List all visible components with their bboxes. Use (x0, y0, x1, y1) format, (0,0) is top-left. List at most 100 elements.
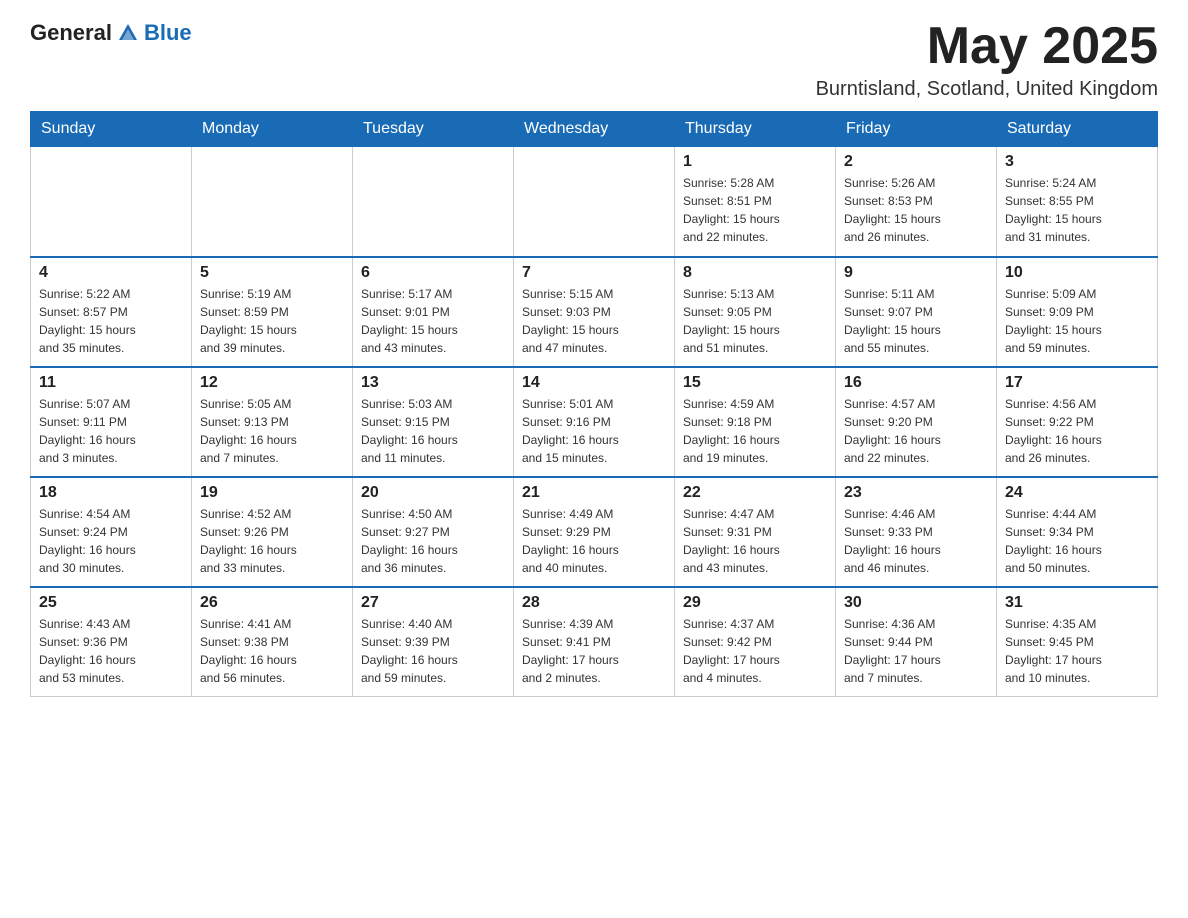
day-number: 20 (361, 484, 505, 502)
calendar-table: SundayMondayTuesdayWednesdayThursdayFrid… (30, 111, 1158, 697)
day-number: 15 (683, 374, 827, 392)
day-number: 30 (844, 594, 988, 612)
calendar-cell: 23 Sunrise: 4:46 AM Sunset: 9:33 PM Dayli… (836, 477, 997, 587)
calendar-week-row: 1Sunrise: 5:28 AM Sunset: 8:51 PM Daylig… (31, 147, 1158, 257)
day-info: Sunrise: 5:22 AM Sunset: 8:57 PM Dayligh… (39, 285, 183, 357)
calendar-header-row: SundayMondayTuesdayWednesdayThursdayFrid… (31, 112, 1158, 147)
day-info: Sunrise: 5:09 AM Sunset: 9:09 PM Dayligh… (1005, 285, 1149, 357)
day-number: 7 (522, 264, 666, 282)
calendar-cell: 26Sunrise: 4:41 AM Sunset: 9:38 PM Dayli… (192, 587, 353, 697)
calendar-week-row: 18 Sunrise: 4:54 AM Sunset: 9:24 PM Dayli… (31, 477, 1158, 587)
title-section: May 2025 Burntisland, Scotland, United K… (816, 20, 1158, 101)
day-number: 19 (200, 484, 344, 502)
calendar-cell: 7 Sunrise: 5:15 AM Sunset: 9:03 PM Daylig… (514, 257, 675, 367)
day-header-monday: Monday (192, 112, 353, 147)
day-header-wednesday: Wednesday (514, 112, 675, 147)
day-number: 31 (1005, 594, 1149, 612)
day-number: 24 (1005, 484, 1149, 502)
calendar-cell: 24 Sunrise: 4:44 AM Sunset: 9:34 PM Dayli… (997, 477, 1158, 587)
day-info: Sunrise: 4:44 AM Sunset: 9:34 PM Dayligh… (1005, 505, 1149, 577)
day-info: Sunrise: 5:11 AM Sunset: 9:07 PM Dayligh… (844, 285, 988, 357)
day-number: 23 (844, 484, 988, 502)
calendar-cell: 25 Sunrise: 4:43 AM Sunset: 9:36 PM Dayli… (31, 587, 192, 697)
day-number: 18 (39, 484, 183, 502)
day-info: Sunrise: 5:03 AM Sunset: 9:15 PM Dayligh… (361, 395, 505, 467)
day-info: Sunrise: 4:59 AM Sunset: 9:18 PM Dayligh… (683, 395, 827, 467)
day-number: 26 (200, 594, 344, 612)
calendar-cell: 19 Sunrise: 4:52 AM Sunset: 9:26 PM Dayli… (192, 477, 353, 587)
day-info: Sunrise: 4:52 AM Sunset: 9:26 PM Dayligh… (200, 505, 344, 577)
calendar-cell (31, 147, 192, 257)
calendar-cell: 6Sunrise: 5:17 AM Sunset: 9:01 PM Daylig… (353, 257, 514, 367)
calendar-cell: 1Sunrise: 5:28 AM Sunset: 8:51 PM Daylig… (675, 147, 836, 257)
day-info: Sunrise: 4:36 AM Sunset: 9:44 PM Dayligh… (844, 615, 988, 687)
day-header-thursday: Thursday (675, 112, 836, 147)
day-info: Sunrise: 4:43 AM Sunset: 9:36 PM Dayligh… (39, 615, 183, 687)
calendar-cell: 8 Sunrise: 5:13 AM Sunset: 9:05 PM Daylig… (675, 257, 836, 367)
day-number: 22 (683, 484, 827, 502)
day-header-friday: Friday (836, 112, 997, 147)
day-number: 16 (844, 374, 988, 392)
day-info: Sunrise: 5:19 AM Sunset: 8:59 PM Dayligh… (200, 285, 344, 357)
day-number: 27 (361, 594, 505, 612)
day-info: Sunrise: 4:47 AM Sunset: 9:31 PM Dayligh… (683, 505, 827, 577)
month-title: May 2025 (816, 20, 1158, 72)
day-number: 8 (683, 264, 827, 282)
day-info: Sunrise: 4:54 AM Sunset: 9:24 PM Dayligh… (39, 505, 183, 577)
calendar-cell: 5 Sunrise: 5:19 AM Sunset: 8:59 PM Daylig… (192, 257, 353, 367)
day-number: 10 (1005, 264, 1149, 282)
day-info: Sunrise: 5:28 AM Sunset: 8:51 PM Dayligh… (683, 174, 827, 246)
day-info: Sunrise: 5:07 AM Sunset: 9:11 PM Dayligh… (39, 395, 183, 467)
day-info: Sunrise: 5:01 AM Sunset: 9:16 PM Dayligh… (522, 395, 666, 467)
calendar-cell: 18 Sunrise: 4:54 AM Sunset: 9:24 PM Dayli… (31, 477, 192, 587)
calendar-cell: 21Sunrise: 4:49 AM Sunset: 9:29 PM Dayli… (514, 477, 675, 587)
day-header-saturday: Saturday (997, 112, 1158, 147)
day-header-tuesday: Tuesday (353, 112, 514, 147)
day-info: Sunrise: 5:13 AM Sunset: 9:05 PM Dayligh… (683, 285, 827, 357)
calendar-cell: 31 Sunrise: 4:35 AM Sunset: 9:45 PM Dayli… (997, 587, 1158, 697)
day-number: 14 (522, 374, 666, 392)
calendar-cell: 14 Sunrise: 5:01 AM Sunset: 9:16 PM Dayli… (514, 367, 675, 477)
day-number: 5 (200, 264, 344, 282)
calendar-cell (192, 147, 353, 257)
calendar-week-row: 4 Sunrise: 5:22 AM Sunset: 8:57 PM Daylig… (31, 257, 1158, 367)
day-info: Sunrise: 5:26 AM Sunset: 8:53 PM Dayligh… (844, 174, 988, 246)
calendar-cell: 15 Sunrise: 4:59 AM Sunset: 9:18 PM Dayli… (675, 367, 836, 477)
calendar-cell: 27 Sunrise: 4:40 AM Sunset: 9:39 PM Dayli… (353, 587, 514, 697)
logo-general-text: General (30, 20, 112, 46)
logo-blue-text: Blue (144, 20, 192, 46)
day-number: 12 (200, 374, 344, 392)
logo-icon (117, 22, 139, 44)
calendar-cell: 9Sunrise: 5:11 AM Sunset: 9:07 PM Daylig… (836, 257, 997, 367)
day-number: 29 (683, 594, 827, 612)
calendar-cell: 20 Sunrise: 4:50 AM Sunset: 9:27 PM Dayli… (353, 477, 514, 587)
day-number: 3 (1005, 153, 1149, 171)
day-info: Sunrise: 4:49 AM Sunset: 9:29 PM Dayligh… (522, 505, 666, 577)
day-info: Sunrise: 4:40 AM Sunset: 9:39 PM Dayligh… (361, 615, 505, 687)
day-number: 4 (39, 264, 183, 282)
calendar-cell: 4 Sunrise: 5:22 AM Sunset: 8:57 PM Daylig… (31, 257, 192, 367)
calendar-cell (514, 147, 675, 257)
calendar-cell: 12 Sunrise: 5:05 AM Sunset: 9:13 PM Dayli… (192, 367, 353, 477)
calendar-cell (353, 147, 514, 257)
day-info: Sunrise: 4:37 AM Sunset: 9:42 PM Dayligh… (683, 615, 827, 687)
day-number: 6 (361, 264, 505, 282)
calendar-cell: 10 Sunrise: 5:09 AM Sunset: 9:09 PM Dayli… (997, 257, 1158, 367)
day-info: Sunrise: 4:35 AM Sunset: 9:45 PM Dayligh… (1005, 615, 1149, 687)
logo: General Blue (30, 20, 192, 46)
day-number: 25 (39, 594, 183, 612)
day-info: Sunrise: 4:46 AM Sunset: 9:33 PM Dayligh… (844, 505, 988, 577)
location-text: Burntisland, Scotland, United Kingdom (816, 78, 1158, 101)
day-info: Sunrise: 4:50 AM Sunset: 9:27 PM Dayligh… (361, 505, 505, 577)
calendar-cell: 13 Sunrise: 5:03 AM Sunset: 9:15 PM Dayli… (353, 367, 514, 477)
day-info: Sunrise: 5:15 AM Sunset: 9:03 PM Dayligh… (522, 285, 666, 357)
day-info: Sunrise: 4:56 AM Sunset: 9:22 PM Dayligh… (1005, 395, 1149, 467)
day-number: 13 (361, 374, 505, 392)
day-info: Sunrise: 4:57 AM Sunset: 9:20 PM Dayligh… (844, 395, 988, 467)
day-number: 28 (522, 594, 666, 612)
day-info: Sunrise: 5:05 AM Sunset: 9:13 PM Dayligh… (200, 395, 344, 467)
day-header-sunday: Sunday (31, 112, 192, 147)
calendar-cell: 28Sunrise: 4:39 AM Sunset: 9:41 PM Dayli… (514, 587, 675, 697)
day-number: 2 (844, 153, 988, 171)
calendar-cell: 2 Sunrise: 5:26 AM Sunset: 8:53 PM Daylig… (836, 147, 997, 257)
